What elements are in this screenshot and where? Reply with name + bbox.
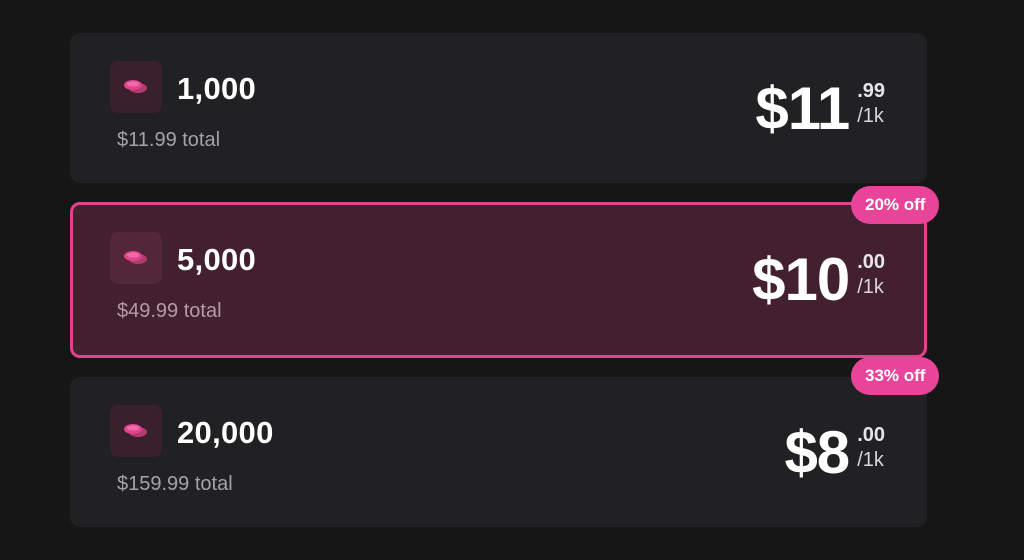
discount-badge-33: 33% off — [851, 357, 940, 395]
plan-total: $11.99 total — [117, 129, 221, 151]
coins-icon — [110, 232, 162, 284]
price-cents: .99 — [857, 80, 885, 102]
price-cents: .00 — [857, 251, 885, 273]
plan-price: $10 .00 /1k — [752, 247, 885, 317]
plan-total: $49.99 total — [117, 300, 222, 322]
plan-quantity: 20,000 — [177, 415, 274, 450]
price-dollars: $8 — [784, 419, 850, 486]
price-unit: /1k — [857, 276, 884, 298]
plan-option-1000[interactable]: 1,000 $11.99 total $11 .99 /1k — [70, 33, 927, 183]
plan-price: $8 .00 /1k — [784, 420, 885, 490]
coins-icon — [110, 61, 162, 113]
plan-total: $159.99 total — [117, 473, 233, 495]
price-dollars: $11 — [755, 75, 850, 142]
plan-option-20000[interactable]: 20,000 $159.99 total $8 .00 /1k — [70, 377, 927, 527]
price-dollars: $10 — [752, 246, 850, 313]
price-unit: /1k — [857, 105, 884, 127]
plan-quantity: 1,000 — [177, 71, 257, 106]
coins-icon — [110, 405, 162, 457]
price-cents: .00 — [857, 424, 885, 446]
plan-quantity: 5,000 — [177, 242, 257, 277]
pricing-page: 1,000 $11.99 total $11 .99 /1k 5,000 $49… — [0, 0, 1024, 560]
discount-badge-20: 20% off — [851, 186, 940, 224]
price-unit: /1k — [857, 449, 884, 471]
plan-option-5000[interactable]: 5,000 $49.99 total $10 .00 /1k — [70, 202, 927, 358]
plan-price: $11 .99 /1k — [755, 76, 885, 146]
